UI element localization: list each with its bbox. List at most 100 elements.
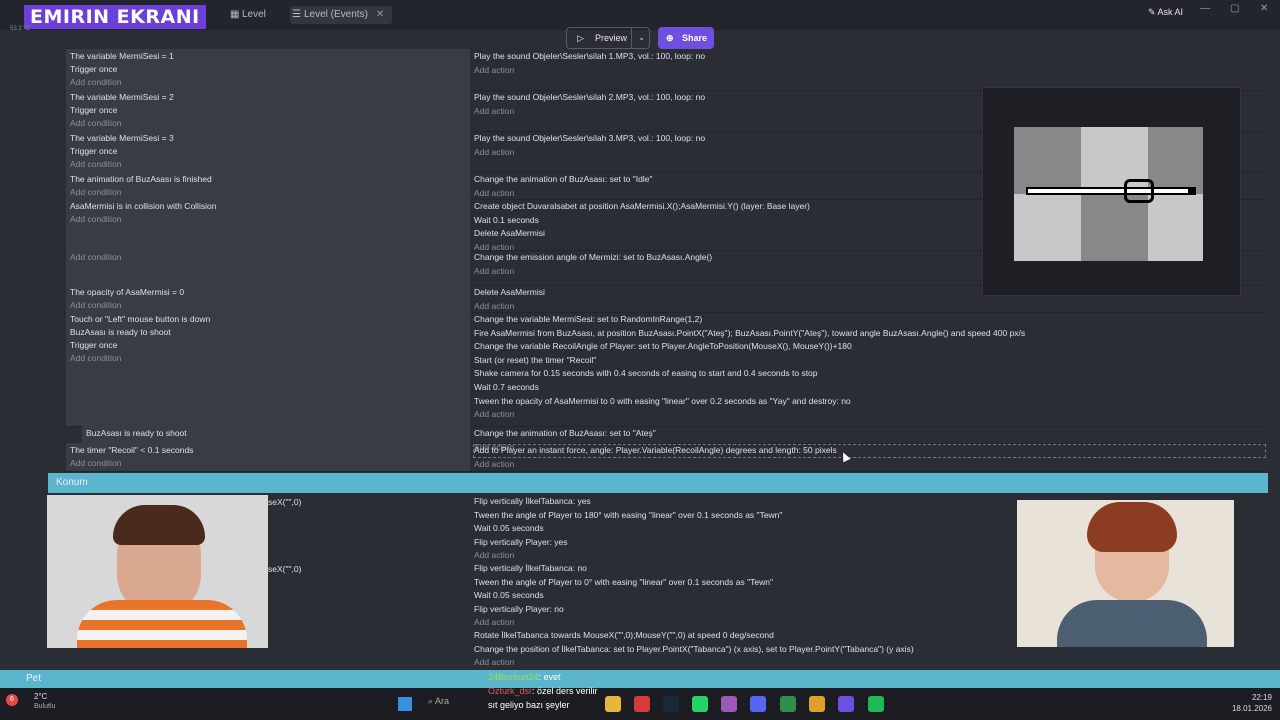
action-text: Flip vertically Player: no (474, 603, 564, 614)
maximize-icon[interactable]: ▢ (1230, 3, 1239, 14)
condition-text: BuzAsası is ready to shoot (70, 327, 171, 337)
add-condition-link[interactable]: Add condition (70, 77, 122, 87)
group-pet[interactable]: Pet (0, 670, 1280, 688)
webcam-overlay-left (47, 495, 268, 648)
tab-level[interactable]: ▦ Level (228, 6, 266, 24)
chat-text: : evet (538, 672, 561, 682)
app-icon[interactable] (721, 696, 737, 712)
whatsapp-icon[interactable] (692, 696, 708, 712)
event-conditions[interactable]: The variable MermiSesi = 1 Trigger once Ad… (66, 49, 470, 90)
weather-desc: Bulutlu (34, 703, 56, 710)
ai-icon: ✎ (1148, 7, 1158, 17)
condition-text: Trigger once (70, 64, 118, 74)
action-text: Flip vertically İlkelTabanca: yes (474, 496, 591, 506)
ask-ai-button[interactable]: ✎ Ask AI (1148, 7, 1183, 18)
clock: 22:19 18.01.2026 (1222, 692, 1272, 714)
folder-icon[interactable] (605, 696, 621, 712)
add-condition-link[interactable]: Add condition (70, 187, 122, 197)
add-action-link[interactable]: Add action (474, 301, 514, 311)
preview-label: Preview (595, 33, 628, 43)
event-conditions[interactable]: The animation of BuzAsası is finished Add… (66, 172, 470, 199)
event-conditions[interactable]: The timer "Recoil" < 0.1 seconds Add cond… (66, 443, 470, 471)
windows-start-icon[interactable] (398, 697, 412, 711)
condition-text: The animation of BuzAsası is finished (70, 174, 212, 184)
scene-icon: ▦ (230, 9, 240, 20)
webcam-overlay-right (1017, 500, 1234, 647)
action-text: Wait 0.1 seconds (474, 214, 539, 225)
add-condition-link[interactable]: Add condition (70, 159, 122, 169)
add-action-link[interactable]: Add action (474, 188, 514, 198)
share-label: Share (682, 33, 708, 43)
action-text: Wait 0.05 seconds (474, 590, 544, 601)
action-text: Delete AsaMermisi (474, 287, 545, 297)
condition-text: Touch or "Left" mouse button is down (70, 314, 211, 324)
close-window-icon[interactable]: ✕ (1260, 3, 1268, 14)
event-conditions[interactable]: AsaMermisi is in collision with Collisio… (66, 199, 470, 250)
add-action-link[interactable]: Add action (474, 550, 514, 560)
minimize-icon[interactable]: — (1200, 3, 1210, 14)
add-action-link[interactable]: Add action (474, 459, 514, 469)
condition-text: Trigger once (70, 105, 118, 115)
condition-text: seX("",0) (268, 497, 302, 507)
condition-text: AsaMermisi is in collision with Collisio… (70, 201, 217, 211)
action-text: Change the animation of BuzAsası: set to… (474, 428, 656, 438)
action-text: Play the sound Objeler\Sesler\silah 2.MP… (474, 92, 706, 102)
ask-ai-label: Ask AI (1157, 7, 1184, 17)
add-condition-link[interactable]: Add condition (70, 118, 122, 128)
action-text: Change the variable RecoilAngle of Playe… (474, 341, 852, 352)
share-button[interactable]: ⊕ Share (658, 27, 714, 49)
close-icon[interactable]: ✕ (376, 9, 384, 20)
action-text: Fire AsaMermisi from BuzAsası, at positi… (474, 327, 1026, 338)
action-text: Wait 0.05 seconds (474, 523, 544, 534)
add-action-link[interactable]: Add action (474, 657, 514, 667)
search-box[interactable]: ⌕ Ara (428, 696, 449, 707)
gdevelop-icon[interactable] (838, 696, 854, 712)
condition-text: Trigger once (70, 146, 118, 156)
event-conditions[interactable]: The variable MermiSesi = 2 Trigger once Ad… (66, 90, 470, 131)
discord-icon[interactable] (750, 696, 766, 712)
chevron-down-icon[interactable]: ⌄ (631, 27, 651, 49)
chat-message: Ozturk_dsr: özel ders verilir (488, 686, 598, 696)
action-text: Flip vertically Player: yes (474, 536, 568, 547)
app-icon[interactable] (634, 696, 650, 712)
event-conditions[interactable]: Add condition (66, 250, 470, 285)
condition-text: The opacity of AsaMermisi = 0 (70, 287, 185, 297)
add-action-link[interactable]: Add action (474, 409, 514, 419)
chrome-icon[interactable] (809, 696, 825, 712)
app-icon[interactable] (780, 696, 796, 712)
search-icon: ⌕ (428, 696, 436, 706)
tab-level-events[interactable]: ☰ Level (Events) ✕ (290, 6, 393, 24)
chat-text: : özel ders verilir (532, 686, 598, 696)
sprite-preview (1014, 127, 1203, 261)
condition-text: BuzAsası is ready to shoot (86, 428, 187, 438)
globe-icon: ⊕ (666, 33, 674, 43)
add-action-link[interactable]: Add action (474, 65, 514, 75)
chat-message: sıt geliyo bazı şeyler (488, 700, 570, 710)
add-action-link[interactable]: Add action (474, 266, 514, 276)
add-action-link[interactable]: Add action (474, 106, 514, 116)
condition-text: The variable MermiSesi = 3 (70, 133, 174, 143)
event-conditions[interactable]: The variable MermiSesi = 3 Trigger once Ad… (66, 131, 470, 172)
add-condition-link[interactable]: Add condition (70, 300, 122, 310)
event-conditions[interactable]: The opacity of AsaMermisi = 0 Add conditi… (66, 285, 470, 312)
add-condition-link[interactable]: Add condition (70, 214, 122, 224)
event-conditions[interactable]: BuzAsası is ready to shootAdd condition (82, 426, 470, 451)
add-condition-link[interactable]: Add condition (70, 458, 122, 468)
group-label: Pet (26, 673, 42, 684)
steam-icon[interactable] (663, 696, 679, 712)
condition-text: The timer "Recoil" < 0.1 seconds (70, 445, 194, 455)
event-conditions[interactable]: Touch or "Left" mouse button is down BuzA… (66, 312, 470, 426)
action-text: Tween the angle of Player to 0° with eas… (474, 576, 773, 587)
add-action-link[interactable]: Add action (474, 147, 514, 157)
chat-text: sıt geliyo bazı şeyler (488, 700, 570, 710)
weather-temp: 2°C (34, 692, 48, 701)
date: 18.01.2026 (1231, 704, 1272, 713)
add-condition-link[interactable]: Add condition (70, 252, 122, 262)
action-text: Play the sound Objeler\Sesler\silah 1.MP… (474, 51, 706, 61)
add-condition-link[interactable]: Add condition (70, 353, 122, 363)
spotify-icon[interactable] (868, 696, 884, 712)
action-text: Flip vertically İlkelTabanca: no (474, 563, 587, 573)
group-konum[interactable]: Konum (48, 473, 1268, 493)
title-bar: EMIRIN EKRANI 53.2 °C ▦ Level ☰ Level (Eve… (0, 0, 1280, 32)
add-action-link[interactable]: Add action (474, 617, 514, 627)
